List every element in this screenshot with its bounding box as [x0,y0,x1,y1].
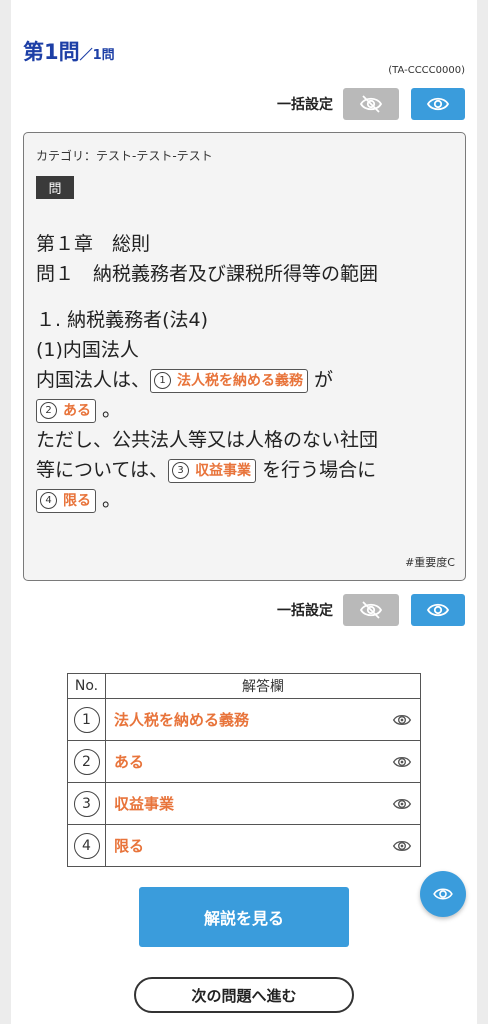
body-line-1: 内国法人は、 1 法人税を納める義務 が [36,365,461,395]
blank-answer: ある [63,402,91,419]
blank-number: 4 [40,492,57,509]
row-answer: ある [114,753,145,771]
blank-answer: 法人税を納める義務 [177,372,304,389]
row-answer: 収益事業 [114,795,175,813]
section-heading: １. 納税義務者(法4) [36,309,208,331]
hide-all-button[interactable] [343,594,399,626]
blank-number: 1 [154,372,172,389]
question-card: カテゴリ：テスト-テスト-テスト 問 第１章 総則 問１ 納税義務者及び課税所得… [23,132,466,581]
chapter-heading: 第１章 総則 [36,233,151,255]
bulk-setting-bottom: 一括設定 [277,594,465,626]
next-question-button[interactable]: 次の問題へ進む [134,977,354,1013]
table-row: 4 限る [67,824,421,867]
show-all-button[interactable] [411,594,465,626]
question-body: 第１章 総則 問１ 納税義務者及び課税所得等の範囲 １. 納税義務者(法4) (… [36,229,461,515]
answer-table: No. 解答欄 1 法人税を納める義務 2 ある 3 収益事業 4 限る [67,673,421,867]
row-number: 2 [73,748,100,775]
floating-eye-button[interactable] [420,871,466,917]
table-row: 2 ある [67,740,421,783]
body-line-3: ただし、公共法人等又は人格のない社団 [36,429,379,451]
blank-3[interactable]: 3 収益事業 [168,458,257,483]
blank-1[interactable]: 1 法人税を納める義務 [150,368,309,393]
eye-icon[interactable] [392,711,412,729]
column-header-no: No. [67,673,106,699]
table-row: 1 法人税を納める義務 [67,698,421,741]
importance-tag: #重要度C [405,556,455,569]
blank-2[interactable]: 2 ある [36,398,96,423]
question-total: ／1問 [79,48,115,63]
eye-off-icon [359,95,383,113]
body-line-4: 等については、 3 収益事業 を行う場合に [36,455,461,485]
question-number: 第1問 [23,40,80,64]
eye-icon[interactable] [392,837,412,855]
view-explanation-button[interactable]: 解説を見る [139,887,349,947]
eye-icon [426,603,450,617]
blank-answer: 収益事業 [195,462,252,479]
bulk-setting-top: 一括設定 [277,88,465,120]
blank-number: 3 [172,462,190,479]
row-number: 1 [73,706,100,733]
table-header: No. 解答欄 [67,673,421,699]
question-page: 第1問／1問 (TA-CCCC0000) 一括設定 カテゴリ：テスト-テスト-テ… [11,0,477,1024]
bulk-setting-label: 一括設定 [277,97,333,113]
blank-number: 2 [40,402,57,419]
body-line-5: 4 限る 。 [36,485,461,515]
eye-icon[interactable] [392,753,412,771]
eye-icon [433,888,453,900]
eye-icon[interactable] [392,795,412,813]
table-row: 3 収益事業 [67,782,421,825]
eye-off-icon [359,601,383,619]
eye-icon [426,97,450,111]
row-answer: 限る [114,837,145,855]
blank-4[interactable]: 4 限る [36,488,96,513]
category-label: カテゴリ：テスト-テスト-テスト [36,149,213,163]
body-line-2: 2 ある 。 [36,395,461,425]
blank-answer: 限る [63,492,91,509]
show-all-button[interactable] [411,88,465,120]
column-header-answer: 解答欄 [105,673,421,699]
question-badge: 問 [36,176,74,199]
row-answer: 法人税を納める義務 [114,711,250,729]
hide-all-button[interactable] [343,88,399,120]
question-heading: 問１ 納税義務者及び課税所得等の範囲 [36,263,379,285]
page-title: 第1問／1問 [23,36,115,66]
row-number: 3 [73,790,100,817]
bulk-setting-label: 一括設定 [277,603,333,619]
row-number: 4 [73,832,100,859]
question-code: (TA-CCCC0000) [388,65,465,76]
subsection-heading: (1)内国法人 [36,339,139,361]
